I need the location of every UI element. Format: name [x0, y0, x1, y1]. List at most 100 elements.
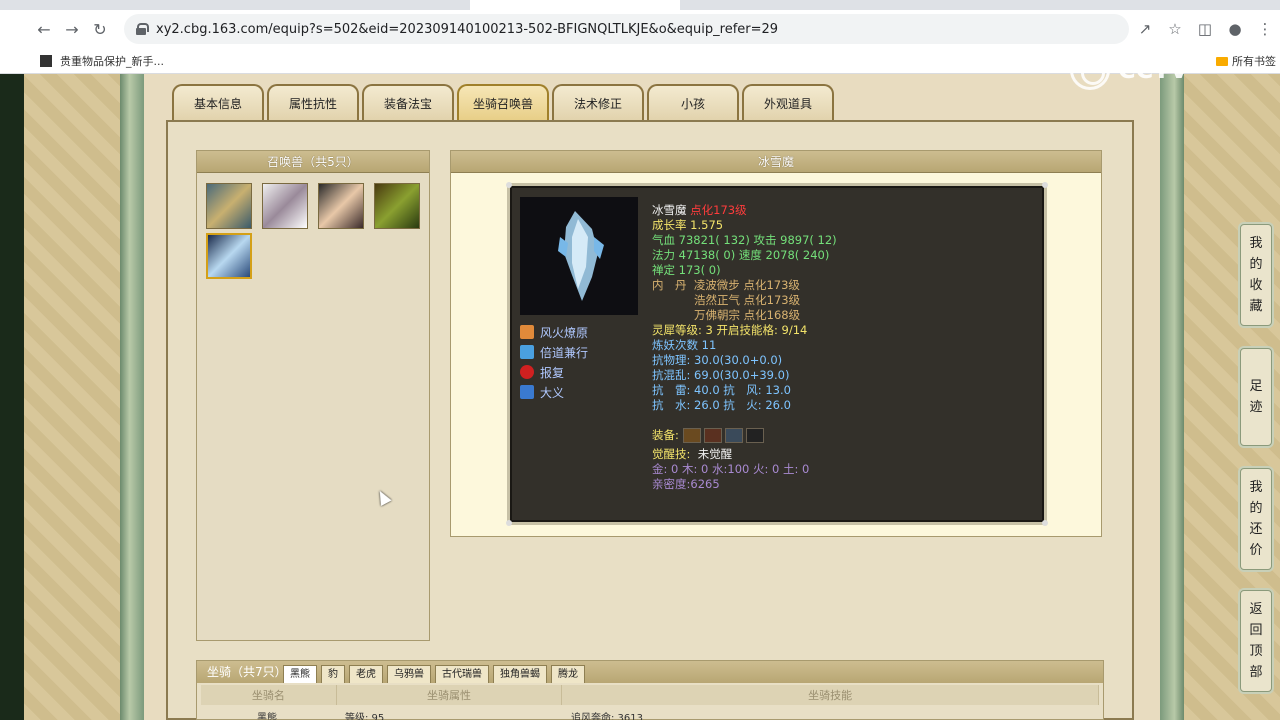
equip-slot-icon[interactable] [745, 428, 764, 443]
tab-children[interactable]: 小孩 [647, 84, 739, 120]
tab-basic-info[interactable]: 基本信息 [172, 84, 264, 120]
watermark-text: CCTV [1118, 56, 1189, 84]
url-text: xy2.cbg.163.com/equip?s=502&eid=20230914… [156, 21, 779, 37]
tab-mounts-summons[interactable]: 坐骑召唤兽 [457, 84, 549, 120]
sidepanel-icon[interactable]: ◫ [1190, 20, 1220, 38]
skill-item[interactable]: 大义 [520, 382, 588, 402]
col-mount-attr: 坐骑属性 [337, 685, 563, 705]
awaken-value: 未觉醒 [697, 447, 733, 461]
menu-icon[interactable]: ⋮ [1250, 20, 1280, 38]
tab-spell-mod[interactable]: 法术修正 [552, 84, 644, 120]
skill-item[interactable]: 报复 [520, 362, 588, 382]
skill-item[interactable]: 倍道兼行 [520, 342, 588, 362]
neidan-label: 内 丹 [652, 278, 687, 292]
forward-arrow-icon[interactable]: → [58, 15, 86, 43]
mount-tab[interactable]: 黑熊 [283, 665, 317, 683]
active-browser-tab[interactable] [470, 0, 680, 10]
cctv-watermark: CCTV [1070, 48, 1240, 92]
mount-tab[interactable]: 腾龙 [551, 665, 585, 683]
mount-title: 坐骑（共7只） [207, 665, 287, 679]
col-mount-name: 坐骑名 [201, 685, 337, 705]
side-nav-offers[interactable]: 我 的 还 价 [1240, 468, 1272, 570]
detail-tabs: 基本信息 属性抗性 装备法宝 坐骑召唤兽 法术修正 小孩 外观道具 [172, 84, 837, 120]
bookmark-favicon-icon [40, 54, 52, 67]
corner-ornament [1042, 520, 1048, 526]
mount-tab[interactable]: 豹 [321, 665, 345, 683]
wuxing-stat: 金: 0 木: 0 水:100 火: 0 土: 0 [652, 462, 810, 476]
side-nav-char: 回 [1249, 623, 1263, 638]
detail-box: 风火燎原 倍道兼行 报复 大义 冰雪魔 点化173级 成长率 1.575 气血 … [506, 182, 1048, 526]
equip-slot-icon[interactable] [724, 428, 743, 443]
side-nav-char: 返 [1249, 602, 1263, 617]
side-nav-char: 足 [1249, 379, 1263, 394]
side-nav-char: 我 [1249, 236, 1263, 251]
side-nav-char: 价 [1249, 543, 1263, 558]
summons-panel: 召唤兽（共5只） [196, 150, 430, 641]
share-icon[interactable]: ↗ [1130, 20, 1160, 38]
side-nav-favorites[interactable]: 我 的 收 藏 [1240, 224, 1272, 326]
summon-avatar[interactable] [374, 183, 420, 229]
mount-tab[interactable]: 独角兽蝎 [493, 665, 547, 683]
mount-skill: 追风奔命: 3613 [571, 713, 643, 720]
meditation-stat: 禅定 173( 0) [652, 263, 721, 277]
bookmark-item[interactable]: 贵重物品保护_新手... [60, 53, 164, 69]
address-bar-row: ← → ↻ xy2.cbg.163.com/equip?s=502&eid=20… [0, 10, 1280, 48]
tab-appearance[interactable]: 外观道具 [742, 84, 834, 120]
table-row: 黑熊 等级: 95 追风奔命: 3613 [197, 709, 1097, 720]
mount-header: 坐骑（共7只） 黑熊 豹 老虎 乌鸦兽 古代瑞兽 独角兽蝎 腾龙 [197, 661, 1103, 683]
browser-tabstrip [0, 0, 1280, 10]
resist-wind: 抗 风: 13.0 [723, 383, 791, 397]
summon-detail-panel: 冰雪魔 风火燎原 倍道兼行 报复 大义 冰雪魔 点化173级 成长率 1.575… [450, 150, 1102, 537]
neidan-item: 万佛朝宗 点化168级 [694, 308, 801, 322]
tab-attributes[interactable]: 属性抗性 [267, 84, 359, 120]
side-nav-char: 藏 [1249, 299, 1263, 314]
lingxi-value: 3 开启技能格: 9/14 [705, 323, 808, 337]
skill-item[interactable]: 风火燎原 [520, 322, 588, 342]
equip-slot-icon[interactable] [682, 428, 701, 443]
tab-equipment[interactable]: 装备法宝 [362, 84, 454, 120]
hp-stat: 气血 73821( 132) [652, 233, 750, 247]
summon-avatar[interactable] [318, 183, 364, 229]
side-nav-history[interactable]: 足 迹 [1240, 348, 1272, 446]
side-nav-char: 收 [1249, 278, 1263, 293]
equip-slot-icon[interactable] [703, 428, 722, 443]
neidan-item: 浩然正气 点化173级 [694, 293, 801, 307]
left-border [120, 74, 144, 720]
summon-avatar-selected[interactable] [206, 233, 252, 279]
neidan-item: 凌波微步 点化173级 [693, 278, 800, 292]
side-nav-char: 部 [1249, 665, 1263, 680]
side-nav-back-to-top[interactable]: 返 回 顶 部 [1240, 590, 1272, 692]
reload-icon[interactable]: ↻ [86, 15, 114, 43]
resist-water: 抗 水: 26.0 [652, 398, 720, 412]
star-icon[interactable]: ☆ [1160, 20, 1190, 38]
dianhua-level: 点化173级 [690, 203, 747, 217]
side-nav-char: 的 [1249, 257, 1263, 272]
right-border [1160, 74, 1184, 720]
resist-chaos: 抗混乱: 69.0(30.0+39.0) [652, 368, 790, 382]
pet-stats: 冰雪魔 点化173级 成长率 1.575 气血 73821( 132) 攻击 9… [652, 203, 1042, 492]
side-nav-char: 迹 [1249, 400, 1263, 415]
mount-tab[interactable]: 老虎 [349, 665, 383, 683]
growth-rate: 成长率 1.575 [652, 218, 724, 232]
url-field[interactable]: xy2.cbg.163.com/equip?s=502&eid=20230914… [124, 14, 1129, 44]
speed-skill-icon [520, 345, 534, 359]
corner-ornament [506, 520, 512, 526]
left-pattern [24, 74, 124, 720]
mount-tab[interactable]: 乌鸦兽 [387, 665, 431, 683]
revenge-skill-icon [520, 365, 534, 379]
resist-thunder: 抗 雷: 40.0 [652, 383, 720, 397]
mount-attr: 等级: 95 [345, 713, 385, 720]
corner-ornament [506, 182, 512, 188]
profile-icon[interactable]: ● [1220, 20, 1250, 38]
side-nav-char: 顶 [1249, 644, 1263, 659]
summons-header: 召唤兽（共5只） [197, 151, 429, 173]
summon-avatar[interactable] [262, 183, 308, 229]
side-nav-char: 还 [1249, 522, 1263, 537]
mount-tab[interactable]: 古代瑞兽 [435, 665, 489, 683]
pet-name: 冰雪魔 [652, 203, 687, 217]
lock-icon[interactable] [136, 23, 149, 35]
page: 基本信息 属性抗性 装备法宝 坐骑召唤兽 法术修正 小孩 外观道具 召唤兽（共5… [0, 74, 1280, 720]
back-arrow-icon[interactable]: ← [30, 15, 58, 43]
summon-avatar[interactable] [206, 183, 252, 229]
lianyao-count: 炼妖次数 11 [652, 338, 717, 352]
